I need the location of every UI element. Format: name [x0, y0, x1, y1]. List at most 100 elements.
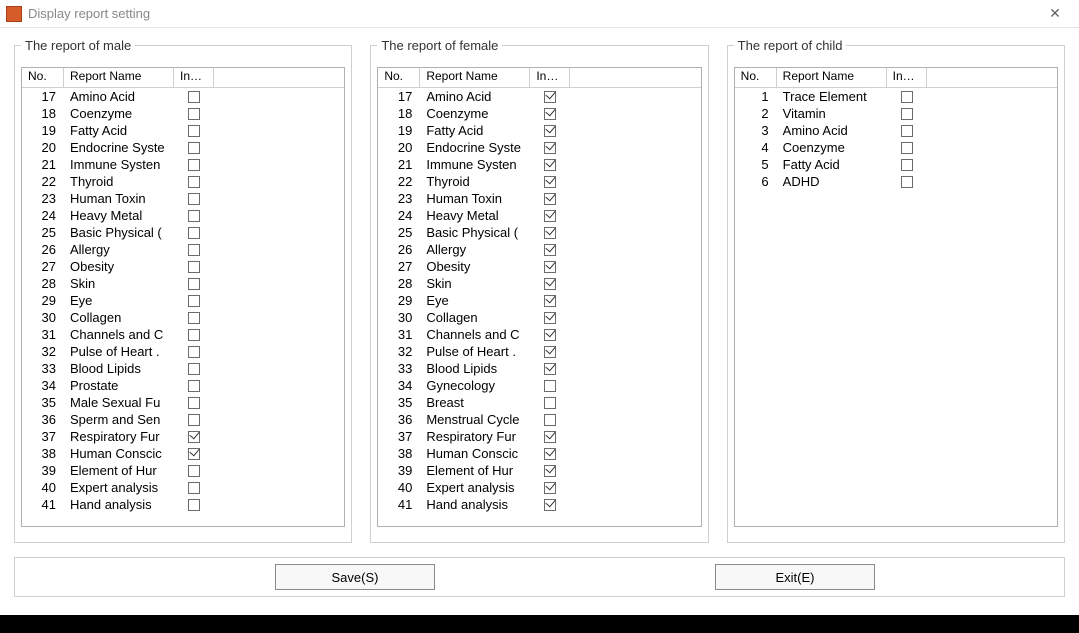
indicator-checkbox[interactable] [188, 346, 200, 358]
table-row[interactable]: 39Element of Hur [378, 462, 700, 479]
indicator-checkbox[interactable] [188, 431, 200, 443]
indicator-checkbox[interactable] [544, 125, 556, 137]
table-row[interactable]: 30Collagen [22, 309, 344, 326]
indicator-checkbox[interactable] [544, 312, 556, 324]
table-row[interactable]: 27Obesity [378, 258, 700, 275]
indicator-checkbox[interactable] [544, 414, 556, 426]
table-row[interactable]: 6ADHD [735, 173, 1057, 190]
indicator-checkbox[interactable] [188, 448, 200, 460]
indicator-checkbox[interactable] [188, 329, 200, 341]
table-row[interactable]: 35Breast [378, 394, 700, 411]
indicator-checkbox[interactable] [544, 227, 556, 239]
indicator-checkbox[interactable] [188, 261, 200, 273]
list-body[interactable]: 17Amino Acid18Coenzyme19Fatty Acid20Endo… [22, 88, 344, 526]
indicator-checkbox[interactable] [188, 159, 200, 171]
table-row[interactable]: 17Amino Acid [378, 88, 700, 105]
exit-button[interactable]: Exit(E) [715, 564, 875, 590]
table-row[interactable]: 17Amino Acid [22, 88, 344, 105]
indicator-checkbox[interactable] [544, 482, 556, 494]
indicator-checkbox[interactable] [188, 125, 200, 137]
table-row[interactable]: 23Human Toxin [378, 190, 700, 207]
indicator-checkbox[interactable] [901, 142, 913, 154]
table-row[interactable]: 36Sperm and Sen [22, 411, 344, 428]
table-row[interactable]: 19Fatty Acid [22, 122, 344, 139]
column-header-indi[interactable]: Indi... [887, 68, 927, 87]
list-body[interactable]: 1Trace Element2Vitamin3Amino Acid4Coenzy… [735, 88, 1057, 526]
table-row[interactable]: 20Endocrine Syste [378, 139, 700, 156]
table-row[interactable]: 30Collagen [378, 309, 700, 326]
list-header[interactable]: No.Report NameIndi... [378, 68, 700, 88]
table-row[interactable]: 4Coenzyme [735, 139, 1057, 156]
table-row[interactable]: 22Thyroid [378, 173, 700, 190]
table-row[interactable]: 28Skin [22, 275, 344, 292]
column-header-indi[interactable]: Indi... [174, 68, 214, 87]
indicator-checkbox[interactable] [544, 278, 556, 290]
table-row[interactable]: 35Male Sexual Fu [22, 394, 344, 411]
table-row[interactable]: 21Immune Systen [22, 156, 344, 173]
indicator-checkbox[interactable] [901, 125, 913, 137]
indicator-checkbox[interactable] [188, 142, 200, 154]
indicator-checkbox[interactable] [188, 397, 200, 409]
indicator-checkbox[interactable] [901, 108, 913, 120]
table-row[interactable]: 33Blood Lipids [22, 360, 344, 377]
table-row[interactable]: 31Channels and C [378, 326, 700, 343]
table-row[interactable]: 28Skin [378, 275, 700, 292]
indicator-checkbox[interactable] [188, 414, 200, 426]
table-row[interactable]: 27Obesity [22, 258, 344, 275]
table-row[interactable]: 19Fatty Acid [378, 122, 700, 139]
indicator-checkbox[interactable] [901, 176, 913, 188]
table-row[interactable]: 29Eye [22, 292, 344, 309]
indicator-checkbox[interactable] [544, 108, 556, 120]
indicator-checkbox[interactable] [188, 499, 200, 511]
table-row[interactable]: 2Vitamin [735, 105, 1057, 122]
table-row[interactable]: 37Respiratory Fur [22, 428, 344, 445]
list-body[interactable]: 17Amino Acid18Coenzyme19Fatty Acid20Endo… [378, 88, 700, 526]
table-row[interactable]: 39Element of Hur [22, 462, 344, 479]
indicator-checkbox[interactable] [188, 108, 200, 120]
indicator-checkbox[interactable] [188, 295, 200, 307]
indicator-checkbox[interactable] [544, 329, 556, 341]
indicator-checkbox[interactable] [544, 448, 556, 460]
indicator-checkbox[interactable] [544, 295, 556, 307]
indicator-checkbox[interactable] [188, 193, 200, 205]
list-header[interactable]: No.Report NameIndi... [22, 68, 344, 88]
table-row[interactable]: 3Amino Acid [735, 122, 1057, 139]
indicator-checkbox[interactable] [544, 176, 556, 188]
indicator-checkbox[interactable] [188, 380, 200, 392]
indicator-checkbox[interactable] [544, 210, 556, 222]
table-row[interactable]: 31Channels and C [22, 326, 344, 343]
table-row[interactable]: 29Eye [378, 292, 700, 309]
table-row[interactable]: 32Pulse of Heart . [378, 343, 700, 360]
table-row[interactable]: 20Endocrine Syste [22, 139, 344, 156]
indicator-checkbox[interactable] [544, 159, 556, 171]
table-row[interactable]: 36Menstrual Cycle [378, 411, 700, 428]
table-row[interactable]: 26Allergy [22, 241, 344, 258]
indicator-checkbox[interactable] [188, 465, 200, 477]
indicator-checkbox[interactable] [188, 91, 200, 103]
close-icon[interactable]: ✕ [1037, 4, 1073, 24]
table-row[interactable]: 34Gynecology [378, 377, 700, 394]
indicator-checkbox[interactable] [544, 499, 556, 511]
indicator-checkbox[interactable] [544, 431, 556, 443]
indicator-checkbox[interactable] [188, 244, 200, 256]
table-row[interactable]: 24Heavy Metal [378, 207, 700, 224]
indicator-checkbox[interactable] [188, 312, 200, 324]
table-row[interactable]: 40Expert analysis [22, 479, 344, 496]
table-row[interactable]: 37Respiratory Fur [378, 428, 700, 445]
indicator-checkbox[interactable] [901, 91, 913, 103]
column-header-name[interactable]: Report Name [64, 68, 174, 87]
table-row[interactable]: 24Heavy Metal [22, 207, 344, 224]
indicator-checkbox[interactable] [544, 244, 556, 256]
table-row[interactable]: 34Prostate [22, 377, 344, 394]
table-row[interactable]: 5Fatty Acid [735, 156, 1057, 173]
table-row[interactable]: 22Thyroid [22, 173, 344, 190]
indicator-checkbox[interactable] [188, 176, 200, 188]
indicator-checkbox[interactable] [901, 159, 913, 171]
table-row[interactable]: 40Expert analysis [378, 479, 700, 496]
indicator-checkbox[interactable] [188, 227, 200, 239]
table-row[interactable]: 41Hand analysis [22, 496, 344, 513]
column-header-indi[interactable]: Indi... [530, 68, 570, 87]
column-header-name[interactable]: Report Name [420, 68, 530, 87]
indicator-checkbox[interactable] [188, 363, 200, 375]
table-row[interactable]: 1Trace Element [735, 88, 1057, 105]
